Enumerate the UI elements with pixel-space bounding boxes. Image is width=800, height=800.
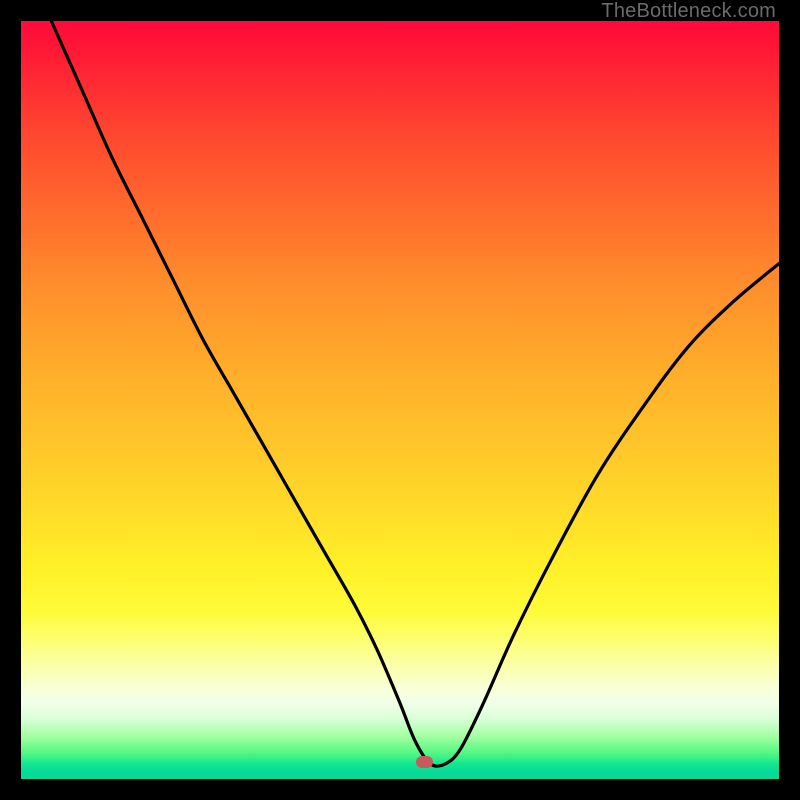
chart-frame: TheBottleneck.com [0, 0, 800, 800]
bottleneck-curve [21, 21, 779, 779]
watermark-text: TheBottleneck.com [601, 0, 776, 23]
plot-area [21, 21, 779, 779]
optimal-point-marker [416, 756, 433, 768]
